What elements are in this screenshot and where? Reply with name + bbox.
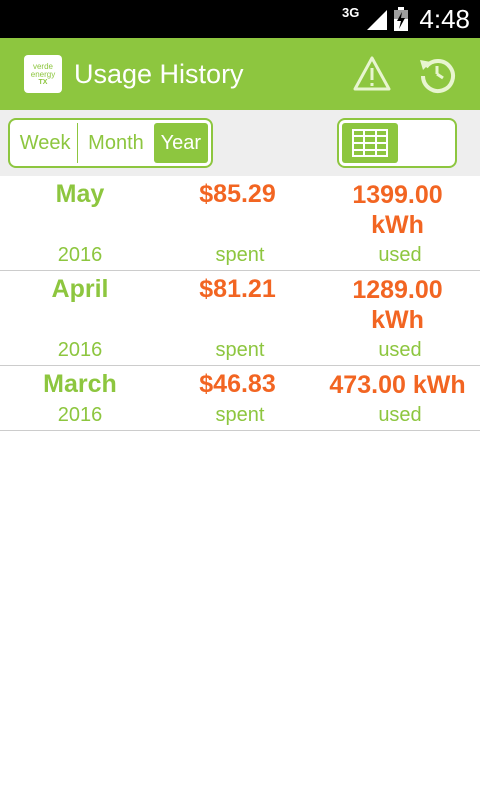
status-bar: 3G 4:48 [0,0,480,38]
spent-label: spent [215,339,265,361]
grid-icon [352,129,388,157]
page-title: Usage History [74,58,244,89]
used-amount: 1399.00 kWh [315,180,480,240]
filter-toolbar: Week Month Year [0,110,480,176]
spent-amount: $85.29 [199,180,276,208]
period-year-button[interactable]: Year [153,123,208,163]
spent-amount: $46.83 [199,370,276,398]
battery-icon [394,7,409,31]
used-value: 1289.00 [352,276,443,304]
usage-history-list: May $85.29 1399.00 kWh 2016 spent used A… [0,176,480,431]
network-type: 3G [342,4,360,20]
used-value: 1399.00 [352,181,443,209]
spent-label: spent [215,244,265,266]
month-label: March [43,370,117,398]
clock: 4:48 [419,3,470,34]
signal-icon [367,10,388,30]
month-label: April [51,275,109,303]
used-unit: kWh [371,211,424,239]
used-label: used [378,339,422,361]
used-amount: 1289.00 kWh [315,275,480,335]
year-label: 2016 [57,244,103,266]
refresh-icon[interactable] [417,54,457,94]
list-item[interactable]: April $81.21 1289.00 kWh 2016 spent used [0,271,480,366]
spent-amount: $81.21 [199,275,276,303]
warning-icon[interactable] [352,54,392,94]
used-label: used [378,404,422,426]
list-item[interactable]: March $46.83 473.00 kWh 2016 spent used [0,366,480,431]
used-unit: kWh [371,306,424,334]
view-toggle[interactable] [337,118,457,168]
used-value: 473.00 kWh [329,371,466,399]
month-label: May [55,180,105,208]
list-item[interactable]: May $85.29 1399.00 kWh 2016 spent used [0,176,480,271]
year-label: 2016 [57,339,103,361]
logo-line-3: TX [38,78,48,86]
year-label: 2016 [57,404,103,426]
toggle-knob [342,123,398,163]
app-logo[interactable]: verde energy TX [24,55,62,93]
logo-line-2: energy [30,69,56,79]
period-selector: Week Month Year [8,118,213,168]
period-month-button[interactable]: Month [78,123,153,163]
action-bar: verde energy TX Usage History [0,38,480,110]
used-amount: 473.00 kWh [315,370,480,400]
period-week-button[interactable]: Week [13,123,79,163]
used-label: used [378,244,422,266]
spent-label: spent [215,404,265,426]
